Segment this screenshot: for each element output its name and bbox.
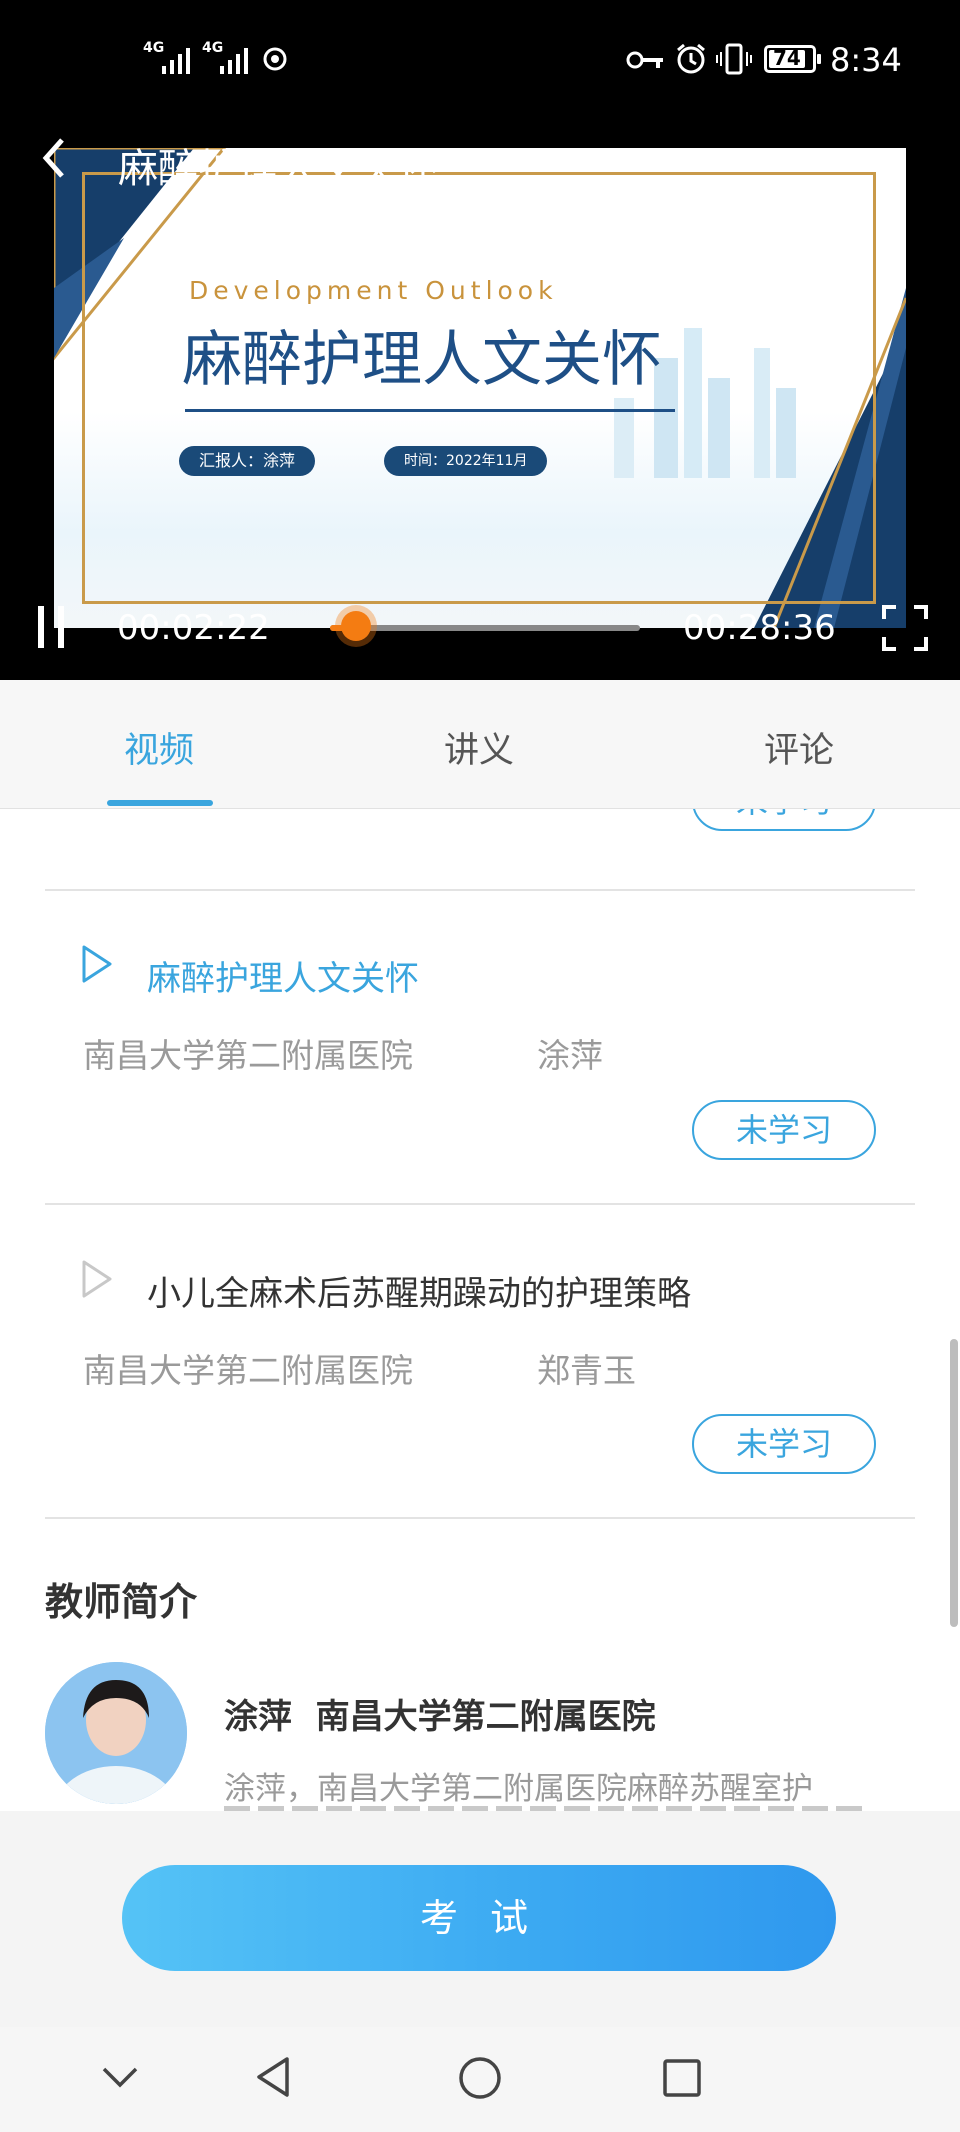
slide-title-underline <box>185 409 675 412</box>
lesson-status-button[interactable]: 未学习 <box>692 1100 876 1160</box>
current-time: 00:02:22 <box>117 608 270 648</box>
slide-title: 麻醉护理人文关怀 <box>182 325 662 395</box>
previous-status-button[interactable]: 未学习 <box>692 809 876 831</box>
alarm-icon <box>677 43 705 74</box>
progress-track[interactable] <box>330 625 640 631</box>
status-time: 8:34 <box>830 41 902 79</box>
avatar <box>45 1662 187 1804</box>
divider <box>45 1517 915 1519</box>
lesson-title: 麻醉护理人文关怀 <box>147 959 419 999</box>
lesson-teacher: 郑青玉 <box>537 1351 636 1390</box>
tab-handout[interactable]: 讲义 <box>444 722 514 773</box>
fullscreen-icon[interactable] <box>882 605 928 651</box>
pause-icon[interactable] <box>32 602 72 652</box>
teacher-intro-heading: 教师简介 <box>45 1580 198 1624</box>
teacher-bio: 涂萍，南昌大学第二附属医院麻醉苏醒室护 <box>224 1771 813 1807</box>
tab-comments[interactable]: 评论 <box>764 722 834 773</box>
recents-square-icon[interactable] <box>661 2057 703 2099</box>
slide-date-pill: 时间：2022年11月 <box>384 446 548 476</box>
lesson-hospital: 南昌大学第二附属医院 <box>83 1351 413 1390</box>
key-icon <box>626 51 663 69</box>
video-title: 麻醉护理人文关怀 <box>118 146 438 192</box>
lesson-hospital: 南昌大学第二附属医院 <box>83 1036 413 1075</box>
system-nav-bar <box>0 2027 960 2132</box>
tab-underline <box>107 800 213 806</box>
progress-thumb[interactable] <box>340 611 371 641</box>
slide-reporter-pill: 汇报人：涂萍 <box>179 446 316 476</box>
play-icon <box>82 945 112 983</box>
video-frame: Development Outlook 麻醉护理人文关怀 汇报人：涂萍 时间：2… <box>54 148 906 628</box>
tab-video[interactable]: 视频 <box>124 722 194 773</box>
signal-bars-icon-2 <box>220 48 248 74</box>
back-arrow-icon[interactable] <box>38 134 70 182</box>
vibrate-icon <box>716 43 752 75</box>
battery-indicator: 74 <box>764 45 816 73</box>
divider <box>45 1203 915 1205</box>
home-circle-icon[interactable] <box>457 2055 503 2101</box>
battery-tip <box>817 54 821 64</box>
battery-percent: 74 <box>773 46 801 70</box>
lesson-status-button[interactable]: 未学习 <box>692 1414 876 1474</box>
chevron-down-icon[interactable] <box>100 2063 140 2091</box>
nfc-icon <box>263 47 287 71</box>
scrollbar[interactable] <box>950 1339 958 1627</box>
divider <box>45 889 915 891</box>
avatar-portrait <box>45 1662 187 1804</box>
tab-bar: 视频 讲义 评论 <box>0 680 960 809</box>
total-time: 00:28:36 <box>683 608 836 648</box>
back-triangle-icon[interactable] <box>253 2055 293 2099</box>
teacher-name-line: 涂萍 南昌大学第二附属医院 <box>224 1697 656 1737</box>
video-player[interactable]: 4G 4G 74 8:34 Development Outlook 麻醉护理人文… <box>0 0 960 680</box>
lesson-title: 小儿全麻术后苏醒期躁动的护理策略 <box>147 1274 691 1314</box>
signal-bars-icon <box>162 48 190 74</box>
play-icon <box>82 1260 112 1298</box>
lesson-list[interactable]: 未学习 麻醉护理人文关怀 南昌大学第二附属医院 涂萍 未学习 小儿全麻术后苏醒期… <box>0 809 960 1811</box>
slide-subtitle: Development Outlook <box>189 276 558 305</box>
exam-button[interactable]: 考 试 <box>122 1865 836 1971</box>
lesson-teacher: 涂萍 <box>537 1036 603 1075</box>
